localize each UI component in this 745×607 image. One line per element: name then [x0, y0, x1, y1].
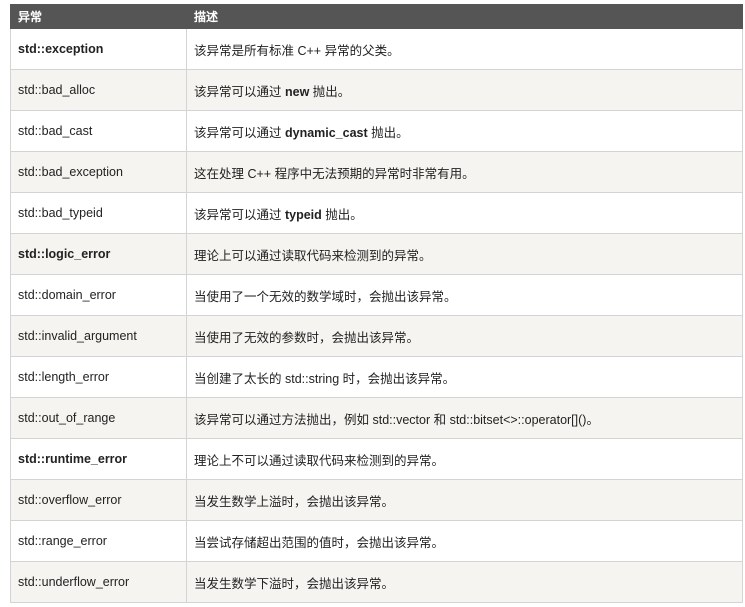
exception-name-cell: std::length_error [10, 356, 187, 398]
table-row: std::runtime_error 理论上不可以通过读取代码来检测到的异常。 [10, 438, 743, 480]
exception-name-cell: std::runtime_error [10, 438, 187, 480]
exception-description-cell: 该异常可以通过 new 抛出。 [186, 69, 743, 111]
description-text: 当使用了无效的参数时，会抛出该异常。 [194, 330, 420, 345]
description-text: 该异常可以通过 [194, 125, 285, 140]
column-header-exception: 异常 [10, 4, 187, 29]
table-row: std::logic_error 理论上可以通过读取代码来检测到的异常。 [10, 233, 743, 275]
exception-name-cell: std::bad_cast [10, 110, 187, 152]
table-row: std::exception 该异常是所有标准 C++ 异常的父类。 [10, 28, 743, 70]
exception-description-cell: 当尝试存储超出范围的值时，会抛出该异常。 [186, 520, 743, 562]
exception-name-cell: std::overflow_error [10, 479, 187, 521]
exception-name-cell: std::logic_error [10, 233, 187, 275]
description-text: 该异常可以通过 [194, 207, 285, 222]
table-body: std::exception 该异常是所有标准 C++ 异常的父类。std::ba… [10, 28, 743, 603]
description-text: 抛出。 [321, 207, 363, 222]
exception-description-cell: 当使用了无效的参数时，会抛出该异常。 [186, 315, 743, 357]
description-text: 当尝试存储超出范围的值时，会抛出该异常。 [194, 535, 445, 550]
exception-description-cell: 当发生数学下溢时，会抛出该异常。 [186, 561, 743, 603]
table-row: std::length_error 当创建了太长的 std::string 时，会… [10, 356, 743, 398]
exception-name-cell: std::range_error [10, 520, 187, 562]
table-row: std::bad_typeid 该异常可以通过 typeid 抛出。 [10, 192, 743, 234]
table-header: 异常 描述 [10, 4, 743, 29]
description-text: 理论上不可以通过读取代码来检测到的异常。 [194, 453, 445, 468]
table-row: std::bad_exception 这在处理 C++ 程序中无法预期的异常时非常… [10, 151, 743, 193]
exception-description-cell: 理论上不可以通过读取代码来检测到的异常。 [186, 438, 743, 480]
description-text: 抛出。 [309, 84, 351, 99]
description-keyword: typeid [284, 207, 322, 222]
exception-description-cell: 当使用了一个无效的数学域时，会抛出该异常。 [186, 274, 743, 316]
exception-description-cell: 该异常可以通过 typeid 抛出。 [186, 192, 743, 234]
description-text: 该异常可以通过 [194, 84, 285, 99]
table-row: std::underflow_error 当发生数学下溢时，会抛出该异常。 [10, 561, 743, 603]
exception-description-cell: 当创建了太长的 std::string 时，会抛出该异常。 [186, 356, 743, 398]
exception-description-cell: 该异常是所有标准 C++ 异常的父类。 [186, 28, 743, 70]
exception-name-cell: std::bad_alloc [10, 69, 187, 111]
exception-name-cell: std::exception [10, 28, 187, 70]
description-text: 理论上可以通过读取代码来检测到的异常。 [194, 248, 432, 263]
table-row: std::out_of_range 该异常可以通过方法抛出，例如 std::vec… [10, 397, 743, 439]
exception-description-cell: 这在处理 C++ 程序中无法预期的异常时非常有用。 [186, 151, 743, 193]
description-text: 这在处理 C++ 程序中无法预期的异常时非常有用。 [194, 166, 475, 181]
description-text: 抛出。 [367, 125, 409, 140]
table-row: std::overflow_error 当发生数学上溢时，会抛出该异常。 [10, 479, 743, 521]
exception-description-cell: 当发生数学上溢时，会抛出该异常。 [186, 479, 743, 521]
exceptions-table: 异常 描述 std::exception 该异常是所有标准 C++ 异常的父类。 s… [10, 4, 743, 603]
table-row: std::bad_cast 该异常可以通过 dynamic_cast 抛出。 [10, 110, 743, 152]
description-keyword: new [284, 84, 310, 99]
column-header-description: 描述 [186, 4, 743, 29]
description-keyword: dynamic_cast [284, 125, 368, 140]
exception-description-cell: 该异常可以通过方法抛出，例如 std::vector 和 std::bitset… [186, 397, 743, 439]
description-text: 当发生数学上溢时，会抛出该异常。 [194, 494, 395, 509]
exception-name-cell: std::bad_exception [10, 151, 187, 193]
exception-name-cell: std::invalid_argument [10, 315, 187, 357]
header-row: 异常 描述 [10, 4, 743, 29]
exception-name-cell: std::out_of_range [10, 397, 187, 439]
description-text: 该异常可以通过方法抛出，例如 std::vector 和 std::bitset… [194, 412, 599, 427]
exception-name-cell: std::underflow_error [10, 561, 187, 603]
exception-name-cell: std::domain_error [10, 274, 187, 316]
exception-description-cell: 理论上可以通过读取代码来检测到的异常。 [186, 233, 743, 275]
table-row: std::bad_alloc 该异常可以通过 new 抛出。 [10, 69, 743, 111]
description-text: 当发生数学下溢时，会抛出该异常。 [194, 576, 395, 591]
description-text: 当创建了太长的 std::string 时，会抛出该异常。 [194, 371, 456, 386]
table-row: std::invalid_argument 当使用了无效的参数时，会抛出该异常。 [10, 315, 743, 357]
table-row: std::domain_error 当使用了一个无效的数学域时，会抛出该异常。 [10, 274, 743, 316]
description-text: 当使用了一个无效的数学域时，会抛出该异常。 [194, 289, 457, 304]
description-text: 该异常是所有标准 C++ 异常的父类。 [194, 43, 400, 58]
exception-name-cell: std::bad_typeid [10, 192, 187, 234]
table-row: std::range_error 当尝试存储超出范围的值时，会抛出该异常。 [10, 520, 743, 562]
exception-description-cell: 该异常可以通过 dynamic_cast 抛出。 [186, 110, 743, 152]
